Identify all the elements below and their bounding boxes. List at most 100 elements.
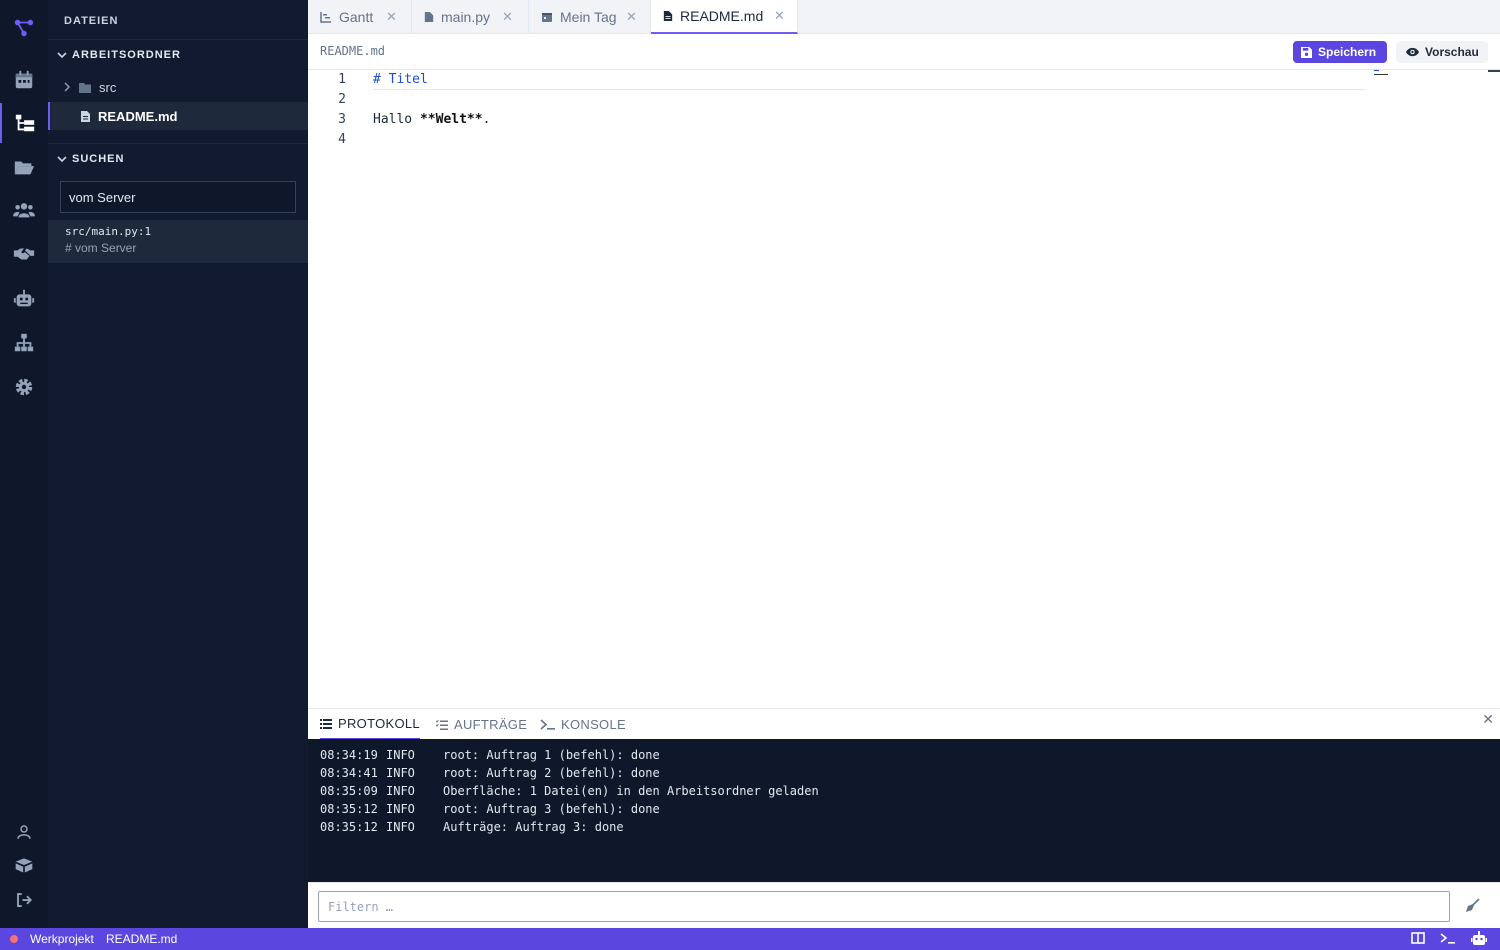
line-number: 4 — [338, 132, 346, 147]
robot-icon[interactable] — [0, 279, 48, 319]
section-workspace-header[interactable]: ARBEITSORDNER — [56, 45, 181, 65]
file-icon — [81, 110, 90, 122]
tree-item-label: src — [99, 79, 117, 95]
log-level: INFO — [386, 784, 415, 798]
section-workspace-label: ARBEITSORDNER — [72, 49, 181, 61]
code-editor[interactable]: 1 2 3 4 # Titel Hallo **Welt**. — [308, 70, 1500, 708]
tab-label: main.py — [441, 9, 491, 25]
tab-konsole[interactable]: KONSOLE — [540, 709, 626, 740]
save-icon — [1301, 46, 1312, 58]
editor-tab-bar: Gantt ✕ main.py ✕ Mein Tag ✕ README.md ✕ — [308, 0, 1500, 34]
search-result-snippet: # vom Server — [65, 241, 137, 255]
line-number: 2 — [338, 92, 346, 107]
save-button-label: Speichern — [1318, 45, 1377, 59]
chart-icon — [320, 12, 331, 23]
log-filter-bar — [308, 882, 1500, 928]
filter-input[interactable] — [328, 899, 1440, 914]
log-time: 08:35:12 — [320, 802, 378, 816]
log-message: root: Auftrag 3 (befehl): done — [443, 802, 660, 816]
explorer-sidebar: DATEIEN ARBEITSORDNER src README.md SUCH… — [48, 0, 308, 928]
terminal-icon — [540, 719, 555, 730]
broom-icon[interactable] — [1466, 898, 1480, 912]
chevron-down-icon — [57, 156, 67, 163]
file-icon — [663, 11, 673, 21]
code-bold-text: **Welt** — [419, 112, 483, 127]
preview-button[interactable]: Vorschau — [1396, 41, 1488, 63]
robot-icon[interactable] — [1471, 931, 1487, 946]
log-line: 08:34:19 INFO root: Auftrag 1 (befehl): do… — [320, 748, 660, 762]
line-number: 1 — [338, 72, 346, 87]
code-line-3: Hallo **Welt**. — [373, 112, 490, 127]
status-dot — [10, 935, 18, 943]
chevron-down-icon — [57, 52, 67, 59]
log-line: 08:35:12 INFO root: Auftrag 3 (befehl): do… — [320, 802, 660, 816]
log-time: 08:34:41 — [320, 766, 378, 780]
tab-label: README.md — [680, 8, 764, 24]
panel-tab-label: AUFTRÄGE — [454, 717, 528, 732]
log-line: 08:34:41 INFO root: Auftrag 2 (befehl): do… — [320, 766, 660, 780]
chevron-right-icon — [64, 82, 70, 92]
calendar-icon — [542, 13, 552, 22]
split-layout-icon[interactable] — [1411, 931, 1425, 945]
tab-close-icon[interactable]: ✕ — [502, 9, 513, 25]
panel-tab-bar: PROTOKOLL AUFTRÄGE KONSOLE ✕ — [308, 708, 1500, 740]
log-message: root: Auftrag 1 (befehl): done — [443, 748, 660, 762]
minimap[interactable] — [1374, 70, 1388, 78]
sidebar-title: DATEIEN — [64, 15, 119, 27]
list-icon — [320, 718, 332, 729]
logout-icon[interactable] — [0, 880, 48, 920]
panel-close-icon[interactable]: ✕ — [1482, 711, 1494, 728]
terminal-icon[interactable] — [1440, 931, 1456, 945]
filter-field[interactable] — [318, 891, 1450, 922]
scrollbar[interactable] — [1488, 70, 1500, 72]
log-level: INFO — [386, 820, 415, 834]
log-time: 08:35:09 — [320, 784, 378, 798]
search-result-item[interactable]: src/main.py:1 # vom Server — [48, 220, 308, 263]
file-tree-icon[interactable] — [0, 103, 48, 143]
tree-item-src-folder[interactable]: src — [48, 73, 308, 101]
divider — [48, 143, 308, 144]
section-search-header[interactable]: SUCHEN — [56, 149, 124, 169]
activity-bar — [0, 0, 48, 928]
log-level: INFO — [386, 748, 415, 762]
log-message: Oberfläche: 1 Datei(en) in den Arbeitsor… — [443, 784, 819, 798]
tab-close-icon[interactable]: ✕ — [774, 8, 785, 24]
log-message: root: Auftrag 2 (befehl): done — [443, 766, 660, 780]
log-line: 08:35:09 INFO Oberfläche: 1 Datei(en) in d… — [320, 784, 819, 798]
tab-gantt[interactable]: Gantt ✕ — [308, 0, 412, 34]
tab-main-py[interactable]: main.py ✕ — [412, 0, 529, 34]
search-input[interactable] — [69, 189, 287, 205]
search-field[interactable] — [60, 181, 296, 213]
tab-protokoll[interactable]: PROTOKOLL — [320, 709, 420, 740]
section-search-label: SUCHEN — [72, 153, 125, 165]
tree-item-readme-file[interactable]: README.md — [48, 102, 308, 130]
log-line: 08:35:12 INFO Aufträge: Auftrag 3: done — [320, 820, 624, 834]
divider — [48, 39, 308, 40]
tab-label: Gantt — [339, 9, 374, 25]
boxes-icon[interactable] — [0, 845, 48, 885]
tab-close-icon[interactable]: ✕ — [386, 9, 397, 25]
status-project[interactable]: Werkprojekt — [30, 932, 94, 946]
tree-item-label: README.md — [98, 108, 178, 124]
breadcrumb: README.md — [320, 44, 386, 58]
panel-tab-label: KONSOLE — [561, 717, 626, 732]
code-text: Hallo — [373, 112, 420, 127]
save-button[interactable]: Speichern — [1293, 41, 1387, 63]
calendar-icon[interactable] — [0, 60, 48, 100]
log-message: Aufträge: Auftrag 3: done — [443, 820, 624, 834]
tab-readme-md[interactable]: README.md ✕ — [651, 0, 798, 34]
eye-icon — [1406, 47, 1419, 57]
line-number: 3 — [338, 112, 346, 127]
file-icon — [424, 12, 434, 22]
tab-auftraege[interactable]: AUFTRÄGE — [436, 709, 527, 740]
handshake-icon[interactable] — [0, 234, 48, 274]
tab-close-icon[interactable]: ✕ — [626, 9, 637, 25]
app-logo-icon[interactable] — [0, 8, 48, 48]
tab-mein-tag[interactable]: Mein Tag ✕ — [529, 0, 651, 34]
users-icon[interactable] — [0, 190, 48, 230]
folder-icon — [79, 82, 91, 93]
gear-icon[interactable] — [0, 367, 48, 407]
sitemap-icon[interactable] — [0, 323, 48, 363]
folder-open-icon[interactable] — [0, 147, 48, 187]
checklist-icon — [436, 719, 448, 730]
